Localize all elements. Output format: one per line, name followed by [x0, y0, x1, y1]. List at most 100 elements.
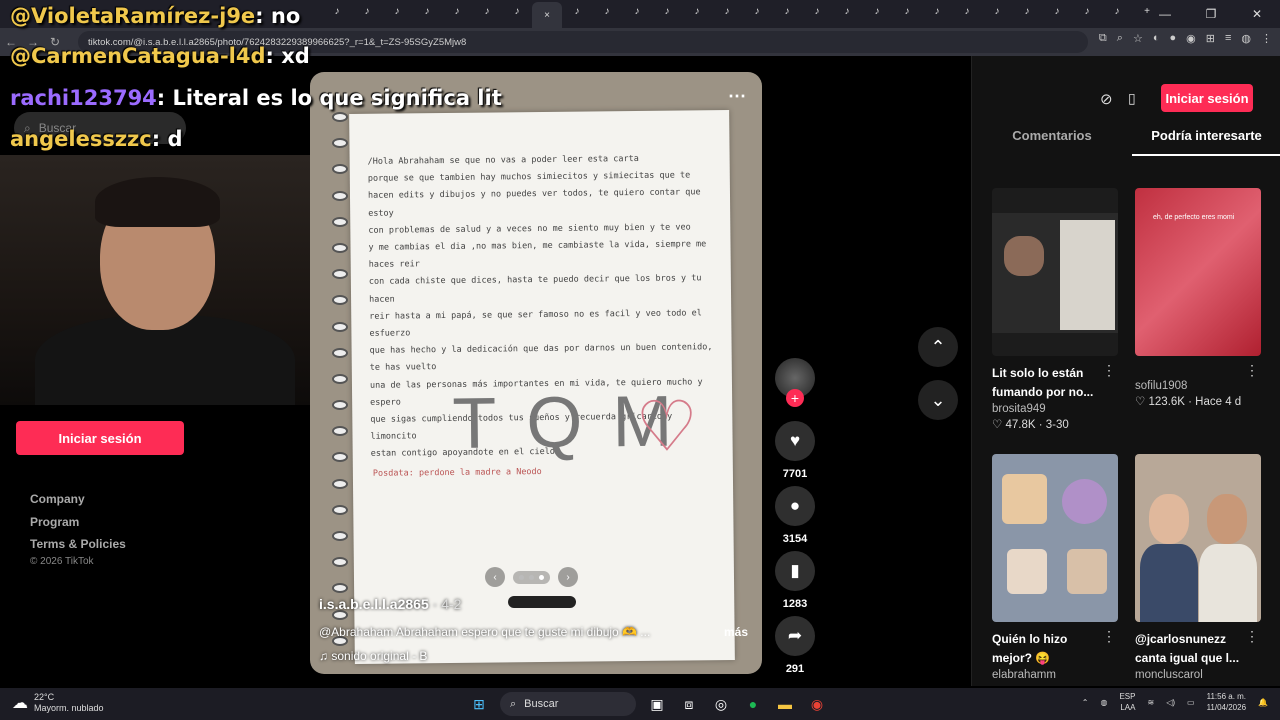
creator-avatar[interactable]: +	[775, 358, 815, 407]
extension-icon[interactable]: ●	[1169, 32, 1176, 45]
card-options-icon[interactable]: ⋮	[1245, 362, 1259, 379]
browser-tab[interactable]: ♪	[592, 0, 622, 22]
browser-tab[interactable]: ♪	[772, 0, 802, 22]
browser-tab-active[interactable]: ×	[532, 2, 562, 28]
menu-icon[interactable]: ⋮	[1261, 32, 1272, 45]
footer-link-program[interactable]: Program	[30, 511, 126, 534]
language[interactable]: ESP	[1119, 691, 1135, 702]
install-icon[interactable]: ⧉	[1099, 32, 1107, 45]
browser-tab[interactable]: ♪	[412, 0, 442, 22]
comment-button[interactable]: ●	[775, 486, 815, 526]
card-options-icon[interactable]: ⋮	[1102, 628, 1116, 645]
previous-video-button[interactable]: ⌃	[918, 327, 958, 367]
video-author[interactable]: elabrahamm	[992, 669, 1118, 681]
related-video-card[interactable]: @jcarlosnunezz canta igual que l... monc…	[1135, 454, 1261, 681]
video-thumbnail[interactable]	[992, 454, 1118, 622]
wifi-icon[interactable]: ≋	[1147, 698, 1154, 707]
store-icon[interactable]: ⧈	[678, 693, 700, 715]
maximize-button[interactable]: ❐	[1188, 0, 1234, 28]
card-options-icon[interactable]: ⋮	[1102, 362, 1116, 379]
browser-tab[interactable]: ♪	[922, 0, 952, 22]
video-thumbnail[interactable]	[1135, 454, 1261, 622]
browser-tab[interactable]: ♪	[442, 0, 472, 22]
save-button[interactable]: ▮	[775, 551, 815, 591]
browser-tab[interactable]: ♪	[712, 0, 742, 22]
video-author[interactable]: moncluscarol	[1135, 669, 1261, 681]
minimize-button[interactable]: —	[1142, 0, 1188, 28]
browser-tab[interactable]: ♪	[562, 0, 592, 22]
volume-icon[interactable]: ◁)	[1166, 698, 1175, 707]
author-name[interactable]: i.s.a.b.e.l.l.a2865	[319, 596, 429, 612]
spotify-icon[interactable]: ●	[742, 693, 764, 715]
video-author[interactable]: brosita949	[992, 403, 1118, 415]
clock-time[interactable]: 11:56 a. m.	[1207, 691, 1246, 702]
next-photo-button[interactable]: ›	[558, 567, 578, 587]
carousel-dot[interactable]	[519, 574, 524, 580]
weather-widget[interactable]: ☁ 22°C Mayorm. nublado	[12, 692, 104, 714]
music-info[interactable]: ♫ sonido original - B	[319, 649, 427, 663]
browser-tab[interactable]: ♪	[682, 0, 712, 22]
follow-plus-icon[interactable]: +	[786, 389, 804, 407]
login-button-top[interactable]: Iniciar sesión	[1161, 84, 1253, 112]
profile-avatar[interactable]: ◍	[1241, 32, 1251, 45]
post-author[interactable]: i.s.a.b.e.l.l.a2865 · 4-2	[319, 596, 461, 612]
browser-tab[interactable]: ♪	[802, 0, 832, 22]
browser-tab[interactable]: ♪	[502, 0, 532, 22]
video-author[interactable]: sofilu1908	[1135, 380, 1261, 392]
browser-tab[interactable]: ♪	[322, 0, 352, 22]
start-icon[interactable]: ⊞	[468, 693, 490, 715]
notification-bell-icon[interactable]: 🔔	[1258, 698, 1268, 707]
next-video-button[interactable]: ⌄	[918, 380, 958, 420]
related-video-card[interactable]: eh, de perfecto eres momi sofilu1908 ♡ 1…	[1135, 188, 1261, 408]
tab-related[interactable]: Podría interesarte	[1132, 128, 1280, 156]
more-options-icon[interactable]: ⋯	[728, 86, 746, 107]
github-icon[interactable]: ◎	[710, 693, 732, 715]
browser-tab[interactable]: ♪	[742, 0, 772, 22]
login-button[interactable]: Iniciar sesión	[16, 421, 184, 455]
like-button[interactable]: ♥	[775, 421, 815, 461]
bookmark-star-icon[interactable]: ☆	[1133, 32, 1143, 45]
chevron-up-icon[interactable]: ⌃	[1082, 698, 1089, 707]
browser-tab[interactable]: ♪	[892, 0, 922, 22]
photo-post[interactable]: /Hola Abrahaham se que no vas a poder le…	[310, 72, 762, 674]
browser-tab[interactable]: ♪	[982, 0, 1012, 22]
taskbar-search[interactable]: ⌕ Buscar	[500, 692, 636, 716]
zoom-icon[interactable]: ⌕	[1117, 32, 1123, 45]
footer-link-company[interactable]: Company	[30, 488, 126, 511]
task-view-icon[interactable]: ▣	[646, 693, 668, 715]
browser-tab[interactable]: ♪	[1042, 0, 1072, 22]
share-button[interactable]: ➦	[775, 616, 815, 656]
extension-icon[interactable]: ◉	[1186, 32, 1196, 45]
close-window-button[interactable]: ✕	[1234, 0, 1280, 28]
file-explorer-icon[interactable]: ▬	[774, 693, 796, 715]
tray-app-icon[interactable]: ◍	[1100, 698, 1107, 707]
video-thumbnail[interactable]: eh, de perfecto eres momi	[1135, 188, 1261, 356]
puzzle-icon[interactable]: ⊞	[1206, 32, 1215, 45]
browser-tab[interactable]: ♪	[622, 0, 652, 22]
browser-tab[interactable]: ♪	[832, 0, 862, 22]
phone-icon[interactable]: ▯	[1128, 90, 1136, 107]
tab-comments[interactable]: Comentarios	[972, 128, 1132, 156]
related-video-card[interactable]: Lit solo lo están fumando por no... bros…	[992, 188, 1118, 431]
related-video-card[interactable]: Quién lo hizo mejor? 😝 elabrahamm ⋮	[992, 454, 1118, 681]
more-link[interactable]: más	[724, 625, 748, 639]
video-thumbnail[interactable]	[992, 188, 1118, 356]
media-icon[interactable]: ≡	[1225, 32, 1231, 45]
browser-tab[interactable]: ♪	[382, 0, 412, 22]
browser-tab[interactable]: ♪	[952, 0, 982, 22]
battery-icon[interactable]: ▭	[1187, 698, 1195, 707]
browser-tab[interactable]: ♪	[1102, 0, 1132, 22]
carousel-dot-active[interactable]	[539, 574, 544, 580]
extension-icon[interactable]: ◐	[1153, 32, 1160, 45]
browser-tab[interactable]: ♪	[652, 0, 682, 22]
browser-tab[interactable]: ♪	[1072, 0, 1102, 22]
chrome-icon[interactable]: ◉	[806, 693, 828, 715]
carousel-dot[interactable]	[529, 574, 534, 580]
card-options-icon[interactable]: ⋮	[1245, 628, 1259, 645]
compass-icon[interactable]: ⊘	[1100, 90, 1113, 108]
browser-tab[interactable]: ♪	[862, 0, 892, 22]
prev-photo-button[interactable]: ‹	[485, 567, 505, 587]
browser-tab[interactable]: ♪	[352, 0, 382, 22]
browser-tab[interactable]: ♪	[472, 0, 502, 22]
footer-link-terms[interactable]: Terms & Policies	[30, 533, 126, 556]
